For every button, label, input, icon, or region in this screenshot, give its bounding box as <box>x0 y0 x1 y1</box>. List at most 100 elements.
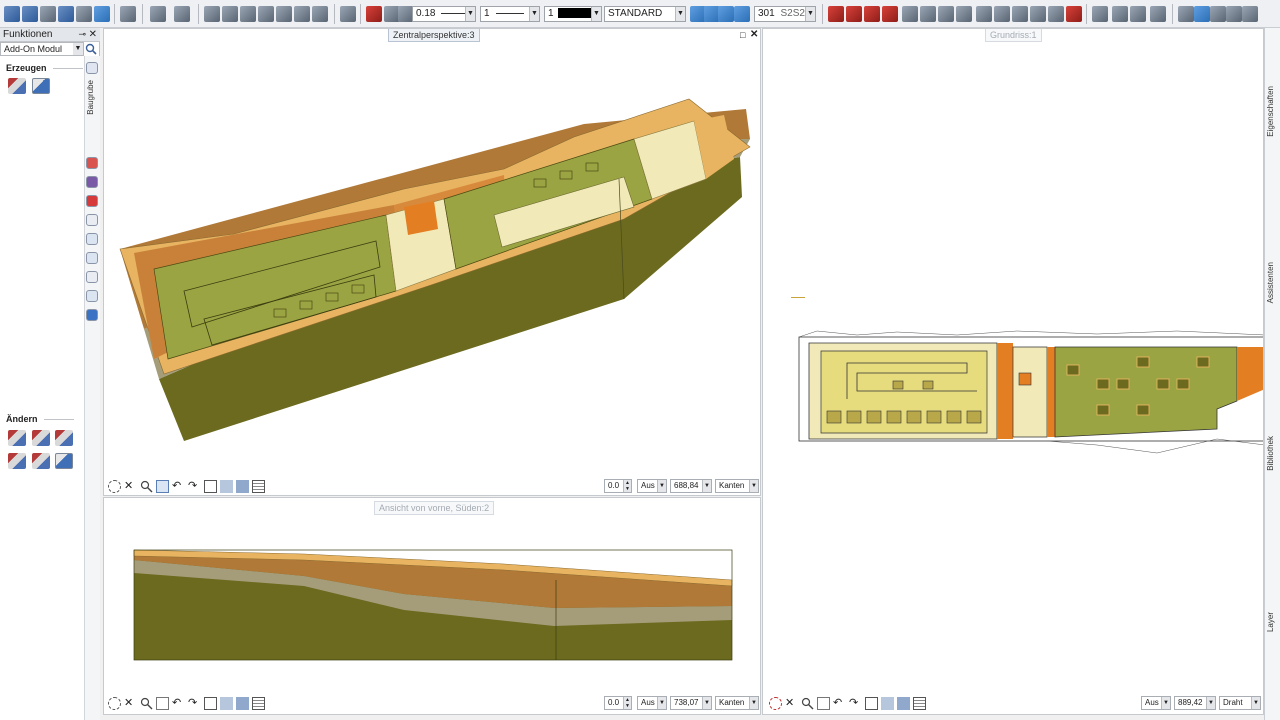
document-move-icon[interactable] <box>1030 6 1046 22</box>
mirror-icon[interactable] <box>902 6 918 22</box>
viewport-render-select[interactable]: Kanten ▼ <box>715 479 759 493</box>
draw-polyline-icon[interactable] <box>846 6 862 22</box>
palette-cross-icon[interactable] <box>86 271 98 283</box>
modify-area-icon[interactable] <box>32 430 50 446</box>
area-icon[interactable] <box>1130 6 1146 22</box>
zoom-icon[interactable] <box>801 697 814 710</box>
drawing-icon[interactable] <box>76 6 92 22</box>
viewport-render-select[interactable]: Kanten ▼ <box>715 696 759 710</box>
undo-view-icon[interactable]: ↶ <box>172 697 185 710</box>
redo-icon[interactable] <box>174 6 190 22</box>
measure-icon[interactable] <box>1092 6 1108 22</box>
perspective-view-icon[interactable] <box>881 697 894 710</box>
document-copy-icon[interactable] <box>1012 6 1028 22</box>
print-view-icon[interactable] <box>204 697 217 710</box>
pit-create-icon[interactable] <box>8 78 26 94</box>
pen-thickness-select[interactable]: 0.18 ▼ <box>412 6 476 22</box>
grid-icon[interactable] <box>252 480 265 493</box>
palette-diamond-icon[interactable] <box>86 309 98 321</box>
tab-baugrube[interactable]: Baugrube <box>86 80 95 115</box>
array-icon[interactable] <box>920 6 936 22</box>
close-icon[interactable]: ✕ <box>750 29 758 40</box>
modify-icon[interactable] <box>864 6 880 22</box>
align-icon[interactable] <box>938 6 954 22</box>
zoom-icon[interactable] <box>140 697 153 710</box>
palette-stop-icon[interactable] <box>86 195 98 207</box>
modify-erase-icon[interactable] <box>32 453 50 469</box>
perspective-view-icon[interactable] <box>220 697 233 710</box>
layer-set-select[interactable]: 301 S2S2S2 ▼ <box>754 6 816 22</box>
pit-layer-icon[interactable] <box>32 78 50 94</box>
redo-view-icon[interactable]: ↷ <box>188 697 201 710</box>
filter-icon[interactable] <box>1226 6 1242 22</box>
navigation-icon[interactable] <box>769 697 782 710</box>
tab-assistants[interactable]: Assistenten <box>1266 262 1275 303</box>
zoom-icon[interactable] <box>140 480 153 493</box>
draw-line-icon[interactable] <box>828 6 844 22</box>
document-scale-icon[interactable] <box>1048 6 1064 22</box>
palette-tool-icon[interactable] <box>86 62 98 74</box>
viewport-angle-input[interactable]: 0.0 ▲ ▼ <box>604 479 632 493</box>
line-type-select[interactable]: 1 ▼ <box>480 6 540 22</box>
view-settings-icon[interactable] <box>236 480 249 493</box>
layer-set-icon[interactable] <box>734 6 750 22</box>
search-icon[interactable] <box>85 43 97 55</box>
palette-arch-icon[interactable] <box>86 252 98 264</box>
navigation-icon[interactable] <box>108 480 121 493</box>
close-icon[interactable]: ✕ <box>89 28 97 41</box>
layer-select[interactable]: STANDARD ▼ <box>604 6 686 22</box>
angle-icon[interactable] <box>1112 6 1128 22</box>
sum-icon[interactable] <box>1210 6 1226 22</box>
grid-icon[interactable] <box>252 697 265 710</box>
palette-red-icon[interactable] <box>86 157 98 169</box>
viewport-scale-select[interactable]: 738,07 ▼ <box>670 696 712 710</box>
viewport-plan[interactable]: Grundriss:1 ✕ ↶ ↷ Aus ▼ 889,42 ▼ Draht ▼ <box>762 28 1264 715</box>
cut-icon[interactable] <box>204 6 220 22</box>
trim-icon[interactable] <box>956 6 972 22</box>
module-select[interactable]: Add-On Modul ▼ <box>0 42 84 56</box>
save-icon[interactable] <box>58 6 74 22</box>
format-icon[interactable] <box>366 6 382 22</box>
viewport-angle-input[interactable]: 0.0 ▲ ▼ <box>604 696 632 710</box>
perspective-view-icon[interactable] <box>220 480 233 493</box>
navigation-icon[interactable] <box>108 697 121 710</box>
fit-view-icon[interactable]: ✕ <box>785 697 798 710</box>
modify-slope-icon[interactable] <box>8 453 26 469</box>
palette-purple-icon[interactable] <box>86 176 98 188</box>
layout-icon[interactable] <box>976 6 992 22</box>
viewport-render-select[interactable]: Draht ▼ <box>1219 696 1261 710</box>
modify-layers-icon[interactable] <box>55 453 73 469</box>
print-icon[interactable] <box>40 6 56 22</box>
undo-view-icon[interactable]: ↶ <box>172 480 185 493</box>
palette-grid-icon[interactable] <box>86 290 98 302</box>
filter-advanced-icon[interactable] <box>1242 6 1258 22</box>
viewport-mode-select[interactable]: Aus ▼ <box>1141 696 1171 710</box>
camera-icon[interactable] <box>156 697 169 710</box>
delete-icon[interactable] <box>258 6 274 22</box>
viewport-mode-select[interactable]: Aus ▼ <box>637 696 667 710</box>
undo-view-icon[interactable]: ↶ <box>833 697 846 710</box>
document-icon[interactable] <box>994 6 1010 22</box>
camera-icon[interactable] <box>156 480 169 493</box>
project-icon[interactable] <box>94 6 110 22</box>
stretch-icon[interactable] <box>882 6 898 22</box>
delete-element-icon[interactable] <box>1066 6 1082 22</box>
select-icon[interactable] <box>1178 6 1194 22</box>
redo-view-icon[interactable]: ↷ <box>188 480 201 493</box>
palette-chart-icon[interactable] <box>86 233 98 245</box>
open-file-icon[interactable] <box>22 6 38 22</box>
viewport-front[interactable]: Ansicht von vorne, Süden:2 ✕ ↶ ↷ 0.0 ▲ ▼ A… <box>103 497 761 715</box>
modify-line-icon[interactable] <box>8 430 26 446</box>
tab-layer[interactable]: Layer <box>1266 612 1275 632</box>
tab-properties[interactable]: Eigenschaften <box>1266 86 1275 137</box>
paste-icon[interactable] <box>240 6 256 22</box>
fit-view-icon[interactable]: ✕ <box>124 697 137 710</box>
new-file-icon[interactable] <box>4 6 20 22</box>
zoom-icon[interactable] <box>340 6 356 22</box>
viewport-scale-select[interactable]: 688,84 ▼ <box>670 479 712 493</box>
screen-icon[interactable] <box>120 6 136 22</box>
window-icon[interactable] <box>294 6 310 22</box>
cube-icon[interactable] <box>312 6 328 22</box>
select-window-icon[interactable] <box>1194 6 1210 22</box>
viewport-scale-select[interactable]: 889,42 ▼ <box>1174 696 1216 710</box>
